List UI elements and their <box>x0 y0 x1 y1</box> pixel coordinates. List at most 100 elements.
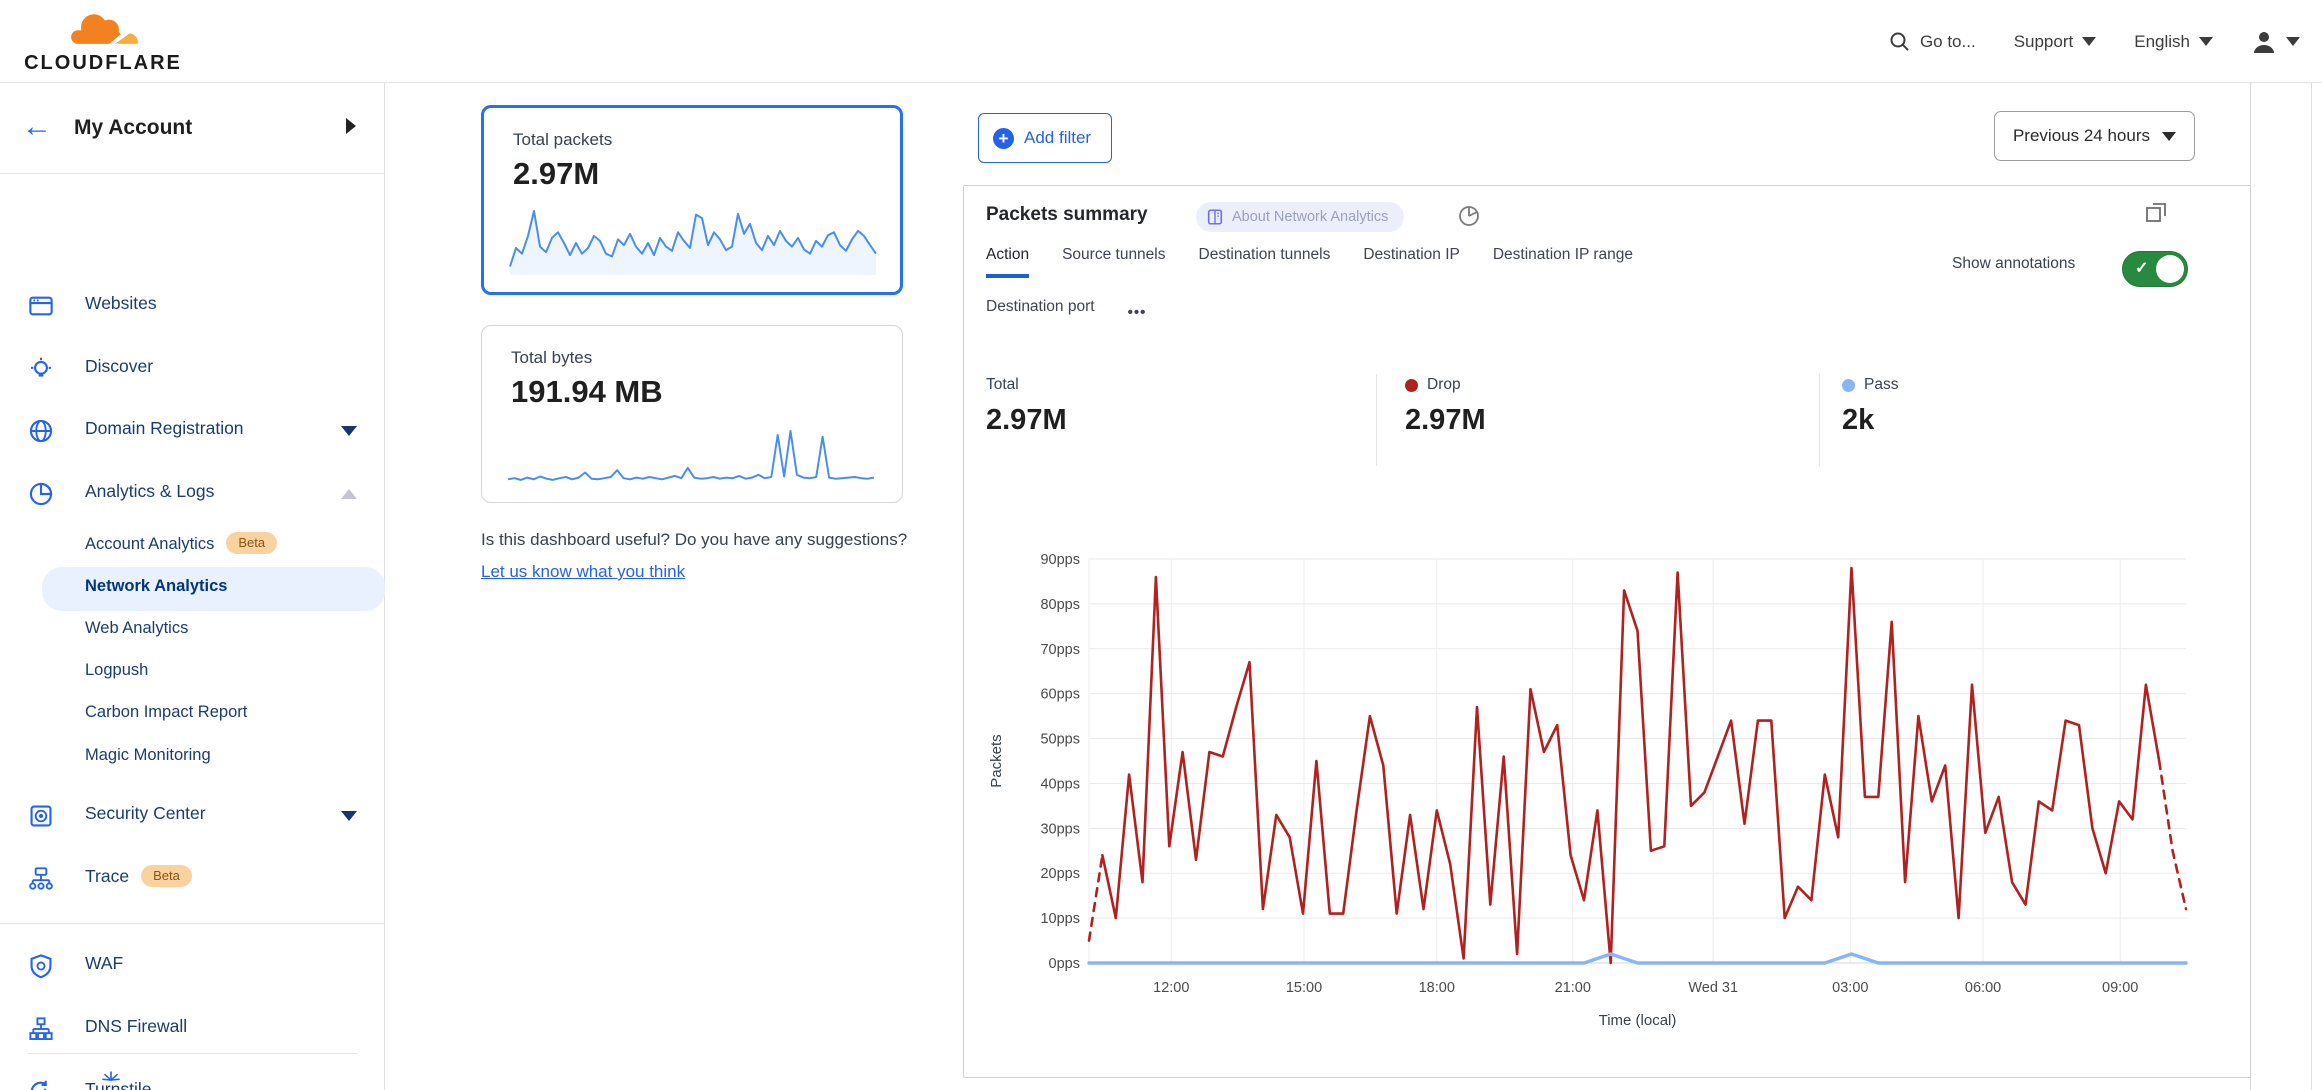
feedback-text: Is this dashboard useful? Do you have an… <box>481 524 921 556</box>
tab-source-tunnels[interactable]: Source tunnels <box>1062 246 1165 278</box>
svg-text:40pps: 40pps <box>1040 776 1080 792</box>
sidebar-item-web-analytics[interactable]: Web Analytics <box>0 609 385 653</box>
chevron-up-icon <box>341 489 357 499</box>
stat-label: Drop <box>1427 376 1461 394</box>
total-bytes-card[interactable]: Total bytes 191.94 MB <box>481 325 903 503</box>
main-content: + Add filter Previous 24 hours Packets s… <box>963 83 2251 1090</box>
expand-popout-icon[interactable] <box>2144 200 2170 226</box>
divider <box>28 1053 358 1054</box>
hierarchy-icon <box>28 1016 54 1042</box>
cloudflare-wordmark: CLOUDFLARE <box>18 52 188 75</box>
time-range-label: Previous 24 hours <box>2013 126 2150 146</box>
cloudflare-logo[interactable]: CLOUDFLARE <box>18 5 188 77</box>
pie-segment-icon[interactable] <box>1456 202 1482 228</box>
svg-text:12:00: 12:00 <box>1153 980 1189 996</box>
pass-legend-dot <box>1842 379 1855 392</box>
tab-action[interactable]: Action <box>986 246 1029 278</box>
sidebar-item-turnstile[interactable]: Turnstile <box>0 1069 385 1090</box>
user-icon <box>2251 29 2277 55</box>
feedback-link[interactable]: Let us know what you think <box>481 562 685 581</box>
sidebar-item-logpush[interactable]: Logpush <box>0 651 385 695</box>
about-network-analytics-badge[interactable]: About Network Analytics <box>1196 202 1404 232</box>
sidebar-item-domain-registration[interactable]: Domain Registration <box>0 408 385 452</box>
metric-title: Total bytes <box>511 348 592 368</box>
show-annotations-label: Show annotations <box>1952 248 2122 279</box>
sidebar-item-label: Magic Monitoring <box>85 746 211 765</box>
sidebar-item-label: Web Analytics <box>85 619 188 638</box>
support-menu[interactable]: Support <box>2014 32 2097 52</box>
check-icon: ✓ <box>2135 258 2148 278</box>
sidebar-item-carbon-impact-report[interactable]: Carbon Impact Report <box>0 693 385 737</box>
sidebar-item-dns-firewall[interactable]: DNS Firewall <box>0 1006 385 1050</box>
metric-value: 191.94 MB <box>511 374 663 410</box>
sidebar-item-label: DNS Firewall <box>85 1016 187 1037</box>
metric-value: 2.97M <box>513 156 599 192</box>
cloudflare-cloud-icon <box>64 9 142 53</box>
scrollbar-track-edge[interactable] <box>2311 83 2312 1090</box>
sidebar-item-discover[interactable]: Discover <box>0 346 385 390</box>
tab-destination-tunnels[interactable]: Destination tunnels <box>1199 246 1331 278</box>
svg-text:Wed 31: Wed 31 <box>1688 980 1738 996</box>
feedback-block: Is this dashboard useful? Do you have an… <box>481 524 921 588</box>
go-to-search[interactable]: Go to... <box>1889 31 1976 53</box>
more-tabs-icon[interactable]: ••• <box>1128 304 1147 321</box>
back-arrow-icon[interactable]: ← <box>22 112 52 142</box>
sidebar-item-label: Discover <box>85 356 153 377</box>
starburst-icon-partial[interactable] <box>96 1070 126 1090</box>
add-filter-button[interactable]: + Add filter <box>978 113 1112 163</box>
user-menu[interactable] <box>2251 29 2300 55</box>
chevron-down-icon <box>341 426 357 436</box>
svg-text:06:00: 06:00 <box>1965 980 2001 996</box>
pie-chart-icon <box>28 481 54 507</box>
sidebar-item-label: Account Analytics <box>85 535 214 553</box>
svg-text:10pps: 10pps <box>1040 911 1080 927</box>
toggle-knob <box>2156 255 2184 283</box>
divider <box>0 923 384 924</box>
tab-destination-ip-range[interactable]: Destination IP range <box>1493 246 1633 278</box>
beta-badge: Beta <box>226 532 277 554</box>
tab-destination-port[interactable]: Destination port <box>986 298 1095 326</box>
svg-text:18:00: 18:00 <box>1419 980 1455 996</box>
sidebar-item-network-analytics[interactable]: Network Analytics <box>0 567 385 611</box>
stat-value: 2.97M <box>986 404 1067 437</box>
divider <box>0 173 384 174</box>
show-annotations-toggle[interactable]: ✓ <box>2122 251 2188 287</box>
drop-legend-dot <box>1405 379 1418 392</box>
top-header: CLOUDFLARE Go to... Support English <box>0 0 2322 83</box>
search-icon <box>1889 31 1911 53</box>
add-filter-label: Add filter <box>1024 128 1091 148</box>
svg-text:60pps: 60pps <box>1040 687 1080 703</box>
chevron-down-icon <box>341 811 357 821</box>
stat-drop: Drop 2.97M <box>1405 376 1486 437</box>
sidebar: ← My Account Websites Discover <box>0 83 385 1090</box>
sidebar-item-magic-monitoring[interactable]: Magic Monitoring <box>0 736 385 780</box>
svg-text:03:00: 03:00 <box>1832 980 1868 996</box>
sidebar-item-waf[interactable]: WAF <box>0 943 385 987</box>
chevron-right-icon[interactable] <box>346 118 356 134</box>
shield-gear-icon <box>28 953 54 979</box>
panel-title: Packets summary <box>986 204 1148 226</box>
trace-flow-icon <box>28 866 54 892</box>
globe-icon <box>28 418 54 444</box>
sidebar-item-security-center[interactable]: Security Center <box>0 793 385 837</box>
sidebar-item-label: Carbon Impact Report <box>85 703 247 722</box>
svg-text:0pps: 0pps <box>1049 956 1080 972</box>
sidebar-item-trace[interactable]: TraceBeta <box>0 856 385 900</box>
header-actions: Go to... Support English <box>1889 0 2300 83</box>
sidebar-item-websites[interactable]: Websites <box>0 283 385 327</box>
stat-value: 2k <box>1842 404 1898 437</box>
account-switcher[interactable]: ← My Account <box>0 83 384 173</box>
sidebar-item-label: Network Analytics <box>85 577 227 596</box>
sidebar-item-account-analytics[interactable]: Account Analytics Beta <box>0 524 385 568</box>
time-range-dropdown[interactable]: Previous 24 hours <box>1994 111 2195 161</box>
sidebar-item-label: Security Center <box>85 803 206 824</box>
cloudflare-dashboard: CLOUDFLARE Go to... Support English <box>0 0 2322 1090</box>
dimension-tabs-row2: Destination port ••• <box>986 298 1146 326</box>
sidebar-item-analytics-logs[interactable]: Analytics & Logs <box>0 471 385 515</box>
language-menu[interactable]: English <box>2134 32 2213 52</box>
tab-destination-ip[interactable]: Destination IP <box>1363 246 1460 278</box>
svg-text:50pps: 50pps <box>1040 732 1080 748</box>
packets-time-series-chart[interactable]: 0pps10pps20pps30pps40pps50pps60pps70pps8… <box>971 546 2211 1051</box>
total-packets-card[interactable]: Total packets 2.97M <box>481 105 903 295</box>
svg-text:80pps: 80pps <box>1040 597 1080 613</box>
